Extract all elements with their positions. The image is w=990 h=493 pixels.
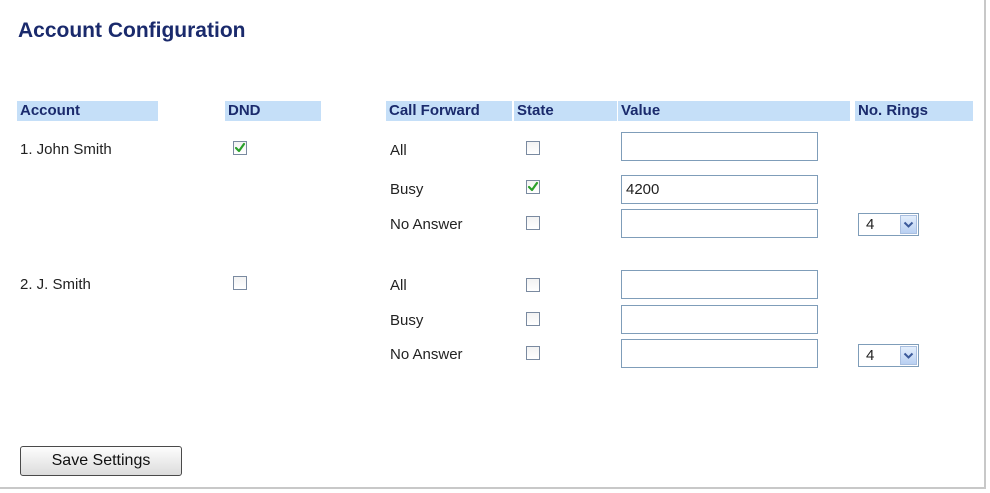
call-forward-label: All <box>390 277 407 294</box>
state-checkbox[interactable] <box>526 216 540 230</box>
header-call-forward: Call Forward <box>386 101 512 121</box>
call-forward-label: No Answer <box>390 346 463 363</box>
dnd-checkbox[interactable] <box>233 141 247 155</box>
chevron-down-icon[interactable] <box>900 215 917 234</box>
value-input[interactable] <box>621 209 818 238</box>
value-input[interactable] <box>621 305 818 334</box>
no-rings-select[interactable]: 4 <box>858 213 919 236</box>
call-forward-label: All <box>390 142 407 159</box>
no-rings-select[interactable]: 4 <box>858 344 919 367</box>
dnd-checkbox[interactable] <box>233 276 247 290</box>
value-input[interactable]: 4200 <box>621 175 818 204</box>
header-no-rings: No. Rings <box>855 101 973 121</box>
chevron-down-icon[interactable] <box>900 346 917 365</box>
header-value: Value <box>618 101 850 121</box>
state-checkbox[interactable] <box>526 346 540 360</box>
state-checkbox[interactable] <box>526 312 540 326</box>
header-account: Account <box>17 101 158 121</box>
call-forward-label: Busy <box>390 181 424 198</box>
no-rings-value: 4 <box>866 216 875 233</box>
call-forward-label: No Answer <box>390 216 463 233</box>
state-checkbox[interactable] <box>526 180 540 194</box>
account-name: 1. John Smith <box>20 141 112 158</box>
page-title: Account Configuration <box>18 19 246 42</box>
check-icon <box>527 181 539 192</box>
save-settings-button[interactable]: Save Settings <box>20 446 182 476</box>
check-icon <box>234 142 246 153</box>
state-checkbox[interactable] <box>526 141 540 155</box>
value-input[interactable] <box>621 339 818 368</box>
no-rings-value: 4 <box>866 347 875 364</box>
value-input[interactable] <box>621 132 818 161</box>
value-input[interactable] <box>621 270 818 299</box>
call-forward-label: Busy <box>390 312 424 329</box>
page-frame <box>0 0 986 489</box>
header-dnd: DND <box>225 101 321 121</box>
account-name: 2. J. Smith <box>20 276 91 293</box>
header-state: State <box>514 101 617 121</box>
state-checkbox[interactable] <box>526 278 540 292</box>
